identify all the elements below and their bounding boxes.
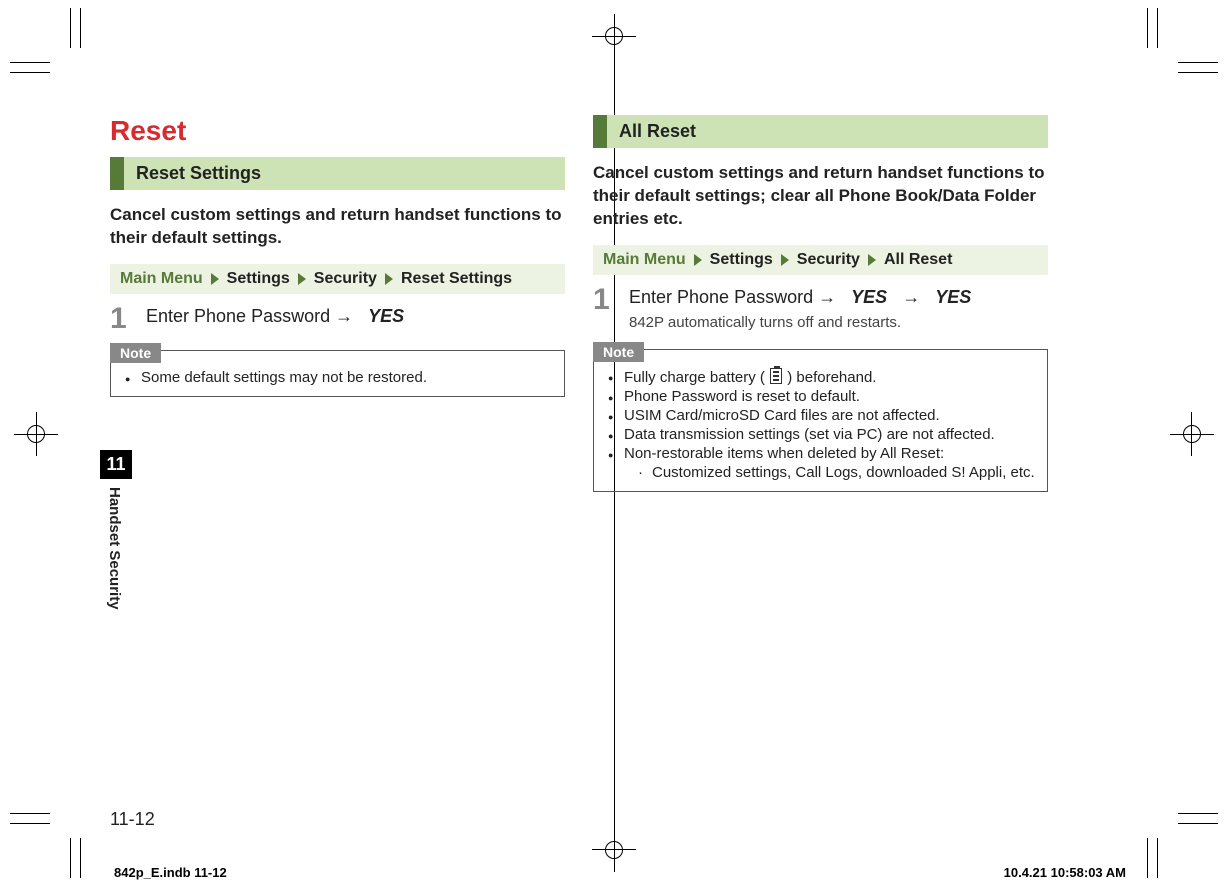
step-text: Enter Phone Password → YES bbox=[146, 304, 404, 334]
step-text-pre: Enter Phone Password bbox=[629, 287, 818, 307]
footer-datetime: 10.4.21 10:58:03 AM bbox=[1004, 865, 1126, 880]
breadcrumb-item: Settings bbox=[227, 270, 290, 288]
note-item: Non-restorable items when deleted by All… bbox=[608, 445, 1037, 481]
step-1: 1 Enter Phone Password → YES bbox=[110, 304, 565, 334]
note-text: ) beforehand. bbox=[787, 369, 876, 386]
right-column: All Reset Cancel custom settings and ret… bbox=[593, 115, 1048, 492]
note-text: Non-restorable items when deleted by All… bbox=[624, 445, 944, 462]
breadcrumb-item: Main Menu bbox=[120, 270, 203, 288]
breadcrumb-item: Main Menu bbox=[603, 251, 686, 269]
step-subtext: 842P automatically turns off and restart… bbox=[629, 313, 971, 333]
note-subitem: Customized settings, Call Logs, download… bbox=[638, 464, 1037, 481]
breadcrumb-item: Security bbox=[314, 270, 377, 288]
page-title: Reset bbox=[110, 115, 565, 147]
step-text: Enter Phone Password → YES → YES 842P au… bbox=[629, 285, 971, 334]
note-box: Note Fully charge battery ( ) beforehand… bbox=[593, 349, 1048, 492]
lead-text: Cancel custom settings and return handse… bbox=[110, 204, 565, 250]
step-text-pre: Enter Phone Password bbox=[146, 306, 335, 326]
note-item: USIM Card/microSD Card files are not aff… bbox=[608, 407, 1037, 424]
chapter-number: 11 bbox=[100, 450, 132, 479]
note-item: Phone Password is reset to default. bbox=[608, 388, 1037, 405]
chevron-right-icon bbox=[211, 273, 219, 285]
step-action-yes: YES bbox=[368, 306, 404, 326]
breadcrumb-item: Settings bbox=[710, 251, 773, 269]
note-item: Data transmission settings (set via PC) … bbox=[608, 426, 1037, 443]
section-heading-reset-settings: Reset Settings bbox=[110, 157, 565, 190]
note-item: Some default settings may not be restore… bbox=[125, 369, 554, 386]
note-label: Note bbox=[110, 343, 161, 363]
chevron-right-icon bbox=[781, 254, 789, 266]
note-item: Fully charge battery ( ) beforehand. bbox=[608, 368, 1037, 386]
chevron-right-icon bbox=[694, 254, 702, 266]
step-number: 1 bbox=[593, 285, 615, 334]
step-action-yes: YES bbox=[851, 287, 887, 307]
lead-text: Cancel custom settings and return handse… bbox=[593, 162, 1048, 231]
arrow-right-icon: → bbox=[902, 287, 920, 307]
footer-file: 842p_E.indb 11-12 bbox=[114, 865, 227, 880]
print-footer: 842p_E.indb 11-12 10.4.21 10:58:03 AM bbox=[110, 865, 1130, 880]
step-action-yes: YES bbox=[935, 287, 971, 307]
step-number: 1 bbox=[110, 304, 132, 334]
breadcrumb: Main Menu Settings Security Reset Settin… bbox=[110, 264, 565, 294]
arrow-right-icon: → bbox=[335, 306, 353, 326]
chevron-right-icon bbox=[298, 273, 306, 285]
page: 11 Handset Security Reset Reset Settings… bbox=[110, 30, 1130, 850]
breadcrumb-item: Reset Settings bbox=[401, 270, 512, 288]
note-label: Note bbox=[593, 342, 644, 362]
breadcrumb: Main Menu Settings Security All Reset bbox=[593, 245, 1048, 275]
breadcrumb-item: All Reset bbox=[884, 251, 952, 269]
chapter-title: Handset Security bbox=[106, 487, 123, 647]
chevron-right-icon bbox=[385, 273, 393, 285]
battery-icon bbox=[770, 368, 782, 384]
left-column: Reset Reset Settings Cancel custom setti… bbox=[110, 115, 565, 492]
note-text: Fully charge battery ( bbox=[624, 369, 765, 386]
breadcrumb-item: Security bbox=[797, 251, 860, 269]
step-1: 1 Enter Phone Password → YES → YES 842P … bbox=[593, 285, 1048, 334]
chapter-tab: 11 Handset Security bbox=[100, 450, 132, 647]
section-heading-all-reset: All Reset bbox=[593, 115, 1048, 148]
page-number: 11-12 bbox=[110, 809, 155, 830]
note-box: Note Some default settings may not be re… bbox=[110, 350, 565, 397]
arrow-right-icon: → bbox=[818, 287, 836, 307]
chevron-right-icon bbox=[868, 254, 876, 266]
